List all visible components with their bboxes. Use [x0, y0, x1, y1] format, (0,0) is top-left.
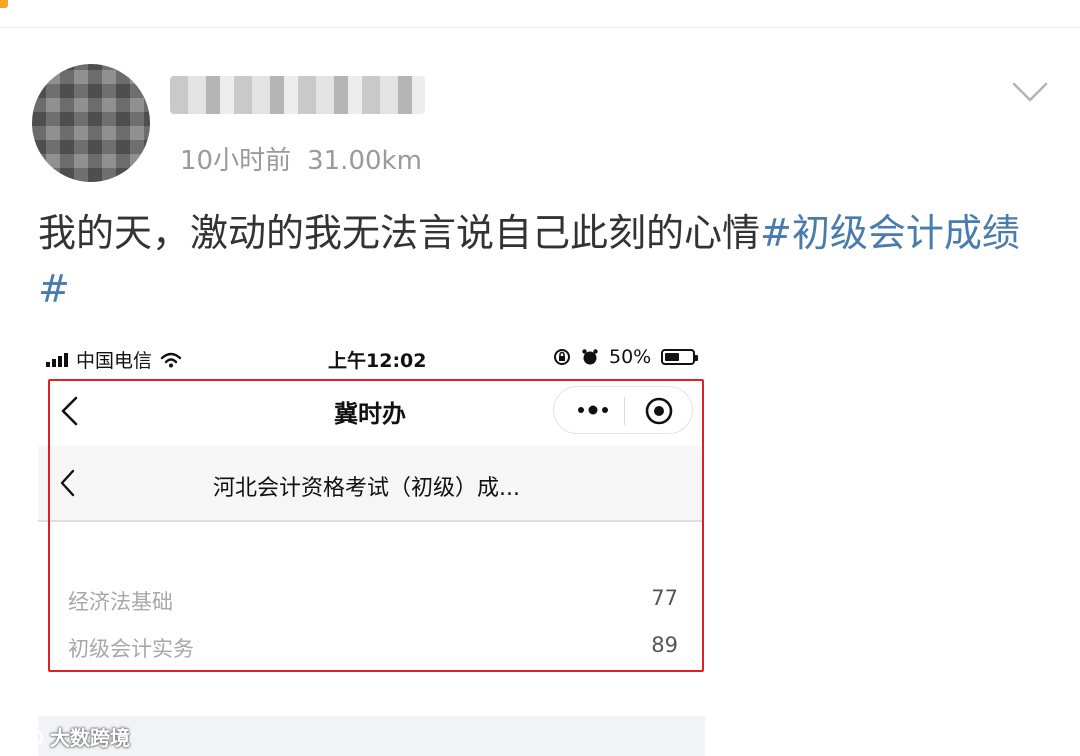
status-time: 上午12:02	[328, 350, 427, 372]
rotation-lock-icon	[554, 349, 570, 365]
post-meta: 10小时前 31.00km	[180, 140, 422, 177]
watermark-logo-icon	[4, 725, 44, 746]
chevron-down-icon[interactable]	[1010, 80, 1050, 104]
accent-mark	[0, 0, 8, 8]
alarm-icon	[582, 349, 598, 365]
status-bar: 中国电信 上午12:02 50%	[38, 336, 708, 380]
bottom-area	[38, 716, 705, 756]
carrier-label: 中国电信	[76, 350, 153, 372]
username-blurred[interactable]	[170, 76, 425, 114]
avatar[interactable]	[32, 64, 150, 182]
top-strip	[0, 0, 1080, 28]
post-body: 我的天，激动的我无法言说自己此刻的心情	[38, 211, 761, 255]
signal-icon	[46, 352, 68, 367]
post-distance: 31.00km	[307, 146, 422, 176]
highlight-box	[48, 379, 704, 672]
post-text: 我的天，激动的我无法言说自己此刻的心情#初级会计成绩#	[38, 205, 1048, 317]
post-time: 10小时前	[180, 146, 292, 176]
wifi-icon	[160, 352, 182, 367]
battery-percent: 50%	[609, 346, 652, 368]
watermark-text: 大数跨境	[50, 726, 130, 750]
watermark: 大数跨境	[4, 722, 130, 751]
battery-icon	[661, 349, 699, 365]
